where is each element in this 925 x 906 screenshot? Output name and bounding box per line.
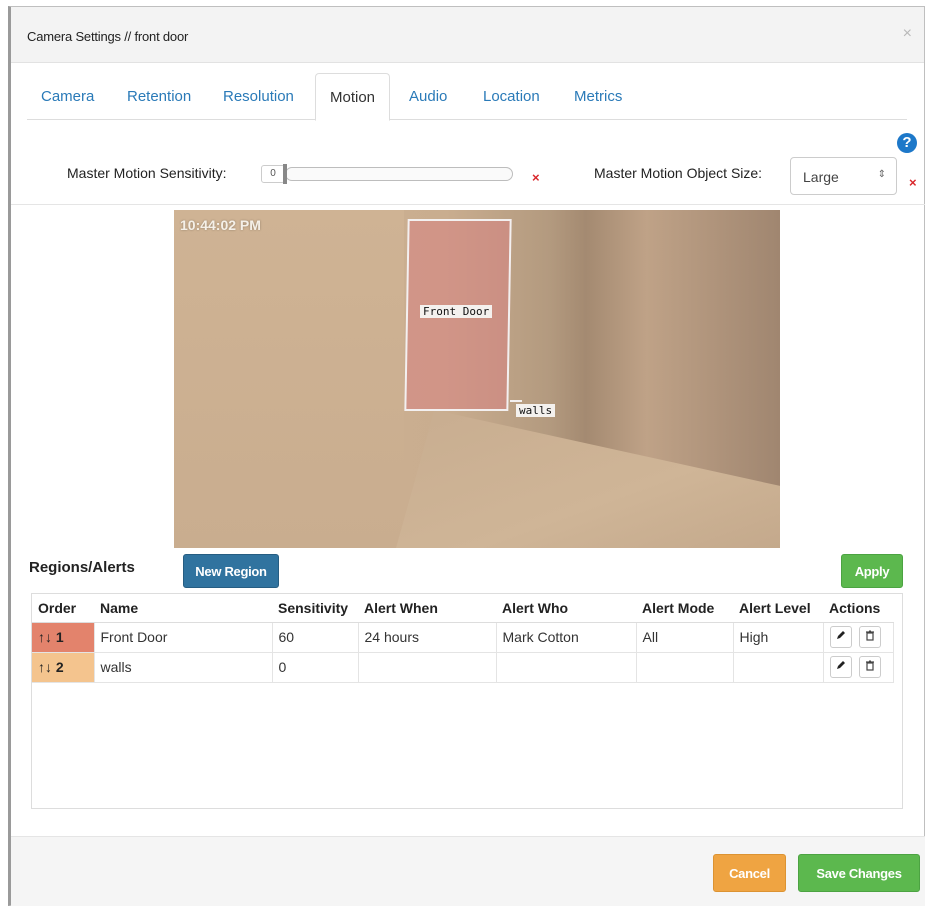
- tab-location[interactable]: Location: [469, 73, 554, 120]
- camera-timestamp: 10:44:02 PM: [180, 217, 261, 233]
- alert-level-cell: High: [732, 622, 824, 653]
- col-alert-when: Alert When: [358, 594, 496, 623]
- section-divider: [11, 204, 925, 205]
- help-icon[interactable]: ?: [897, 133, 917, 153]
- table-row[interactable]: ↑↓ 1 Front Door 60 24 hours Mark Cotton …: [32, 622, 894, 653]
- object-size-value: Large: [803, 169, 839, 185]
- pencil-icon[interactable]: [829, 656, 852, 678]
- tab-resolution[interactable]: Resolution: [209, 73, 308, 120]
- regions-alerts-title: Regions/Alerts: [29, 559, 135, 576]
- order-number: 1: [55, 629, 64, 645]
- cancel-button[interactable]: Cancel: [713, 854, 786, 892]
- col-actions: Actions: [823, 594, 894, 623]
- col-name: Name: [94, 594, 272, 623]
- tab-metrics[interactable]: Metrics: [560, 73, 636, 120]
- object-size-select[interactable]: Large ⇕: [790, 157, 897, 195]
- camera-settings-modal: Camera Settings // front door × Camera R…: [8, 6, 925, 906]
- tab-camera[interactable]: Camera: [27, 73, 108, 120]
- region-label-walls: walls: [516, 404, 556, 417]
- modal-title: Camera Settings // front door: [27, 29, 189, 44]
- move-down-icon[interactable]: ↓: [45, 659, 52, 675]
- col-order: Order: [32, 594, 94, 623]
- alert-who-cell: [495, 652, 637, 683]
- close-icon[interactable]: ×: [903, 25, 912, 43]
- select-arrows-icon: ⇕: [877, 169, 886, 180]
- order-number: 2: [55, 659, 64, 675]
- camera-floor: [396, 410, 780, 548]
- name-cell: Front Door: [93, 622, 273, 653]
- actions-cell: [822, 622, 894, 653]
- col-alert-level: Alert Level: [733, 594, 823, 623]
- move-up-icon[interactable]: ↑: [38, 659, 45, 675]
- alert-when-cell: 24 hours: [357, 622, 497, 653]
- master-sensitivity-label: Master Motion Sensitivity:: [67, 165, 227, 181]
- order-cell: ↑↓ 1: [32, 622, 95, 653]
- col-alert-mode: Alert Mode: [636, 594, 733, 623]
- tab-audio[interactable]: Audio: [395, 73, 461, 120]
- table-header-row: Order Name Sensitivity Alert When Alert …: [32, 594, 894, 623]
- sensitivity-value-box: 0: [261, 165, 285, 183]
- actions-cell: [822, 652, 894, 683]
- alert-mode-cell: All: [635, 622, 734, 653]
- order-cell: ↑↓ 2: [32, 652, 95, 683]
- master-sensitivity-slider[interactable]: 0: [261, 163, 513, 185]
- alert-when-cell: [357, 652, 497, 683]
- modal-header: Camera Settings // front door ×: [11, 7, 924, 63]
- table-row[interactable]: ↑↓ 2 walls 0: [32, 652, 894, 683]
- slider-handle[interactable]: [283, 164, 287, 184]
- move-down-icon[interactable]: ↓: [45, 629, 52, 645]
- clear-sensitivity-icon[interactable]: ×: [532, 170, 540, 185]
- col-sensitivity: Sensitivity: [272, 594, 358, 623]
- slider-track[interactable]: [285, 167, 513, 181]
- save-changes-button[interactable]: Save Changes: [798, 854, 920, 892]
- sensitivity-cell: 0: [271, 652, 359, 683]
- alert-who-cell: Mark Cotton: [495, 622, 637, 653]
- trash-icon[interactable]: [859, 656, 882, 678]
- camera-wall: [174, 210, 404, 548]
- clear-object-size-icon[interactable]: ×: [909, 175, 917, 190]
- trash-icon[interactable]: [859, 626, 882, 648]
- name-cell: walls: [93, 652, 273, 683]
- settings-tabs: Camera Retention Resolution Motion Audio…: [27, 73, 907, 121]
- modal-footer: [11, 836, 925, 906]
- alert-level-cell: [732, 652, 824, 683]
- regions-table: Order Name Sensitivity Alert When Alert …: [31, 593, 903, 809]
- tab-motion[interactable]: Motion: [315, 73, 391, 121]
- sensitivity-cell: 60: [271, 622, 359, 653]
- apply-button[interactable]: Apply: [841, 554, 903, 588]
- tab-retention[interactable]: Retention: [113, 73, 205, 120]
- camera-preview[interactable]: 10:44:02 PM Front Door walls: [174, 210, 780, 548]
- region-label-front-door: Front Door: [420, 305, 493, 318]
- pencil-icon[interactable]: [829, 626, 852, 648]
- move-up-icon[interactable]: ↑: [38, 629, 45, 645]
- col-alert-who: Alert Who: [496, 594, 636, 623]
- master-object-size-label: Master Motion Object Size:: [594, 165, 763, 181]
- alert-mode-cell: [635, 652, 734, 683]
- new-region-button[interactable]: New Region: [183, 554, 279, 588]
